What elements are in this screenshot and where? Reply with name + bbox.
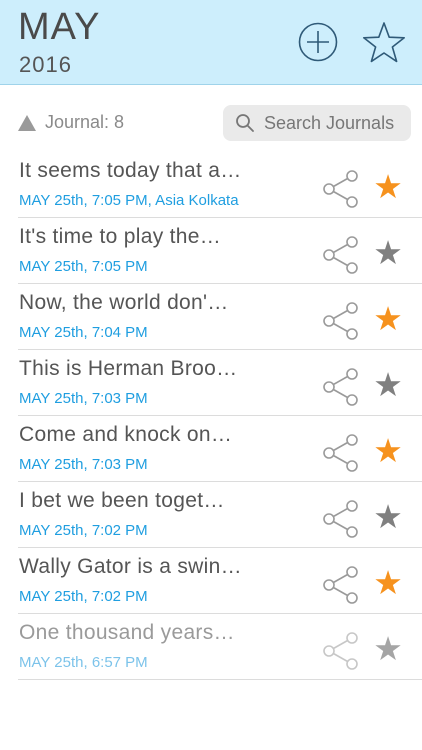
star-filled-icon[interactable]: ★ (371, 302, 405, 336)
search-placeholder: Search Journals (264, 112, 395, 133)
share-icon (323, 236, 358, 274)
journal-count-label: Journal: (45, 112, 110, 132)
journal-title: It seems today that a… (19, 159, 242, 182)
year-subtitle: 2016 (19, 52, 72, 77)
journal-date: MAY 25th, 7:04 PM (19, 324, 148, 341)
star-unfilled-icon[interactable]: ★ (371, 500, 405, 534)
journal-count-value: 8 (114, 112, 125, 132)
journal-date: MAY 25th, 7:05 PM (19, 258, 148, 275)
journal-list: It seems today that a… MAY 25th, 7:05 PM,… (0, 152, 422, 680)
journal-toolbar: Journal: 8 Search Journals (0, 84, 422, 154)
share-button[interactable] (320, 631, 362, 671)
app-header: MAY 2016 (0, 0, 422, 85)
sort-triangle-icon (18, 114, 36, 131)
share-button[interactable] (320, 499, 362, 539)
journal-row[interactable]: Wally Gator is a swin… MAY 25th, 7:02 PM ★ (18, 548, 422, 614)
star-outline-icon (362, 22, 406, 63)
journal-title: One thousand years… (19, 621, 235, 644)
share-icon (323, 302, 358, 340)
share-icon (323, 632, 358, 670)
share-icon (323, 500, 358, 538)
share-icon (323, 434, 358, 472)
journal-row[interactable]: It seems today that a… MAY 25th, 7:05 PM,… (18, 152, 422, 218)
journal-date: MAY 25th, 7:03 PM (19, 456, 148, 473)
journal-date: MAY 25th, 7:03 PM (19, 390, 148, 407)
share-icon (323, 170, 358, 208)
month-title: MAY (18, 6, 101, 48)
star-unfilled-icon[interactable]: ★ (371, 368, 405, 402)
star-filled-icon[interactable]: ★ (371, 566, 405, 600)
search-journals-input[interactable]: Search Journals (223, 105, 411, 141)
journal-row[interactable]: Come and knock on… MAY 25th, 7:03 PM ★ (18, 416, 422, 482)
journal-count[interactable]: Journal: 8 (18, 112, 124, 133)
journal-row[interactable]: This is Herman Broo… MAY 25th, 7:03 PM ★ (18, 350, 422, 416)
share-button[interactable] (320, 565, 362, 605)
journal-date: MAY 25th, 7:02 PM (19, 588, 148, 605)
journal-date: MAY 25th, 6:57 PM (19, 654, 148, 671)
journal-title: I bet we been toget… (19, 489, 225, 512)
favorites-button[interactable] (362, 20, 406, 64)
journal-row[interactable]: I bet we been toget… MAY 25th, 7:02 PM ★ (18, 482, 422, 548)
share-icon (323, 566, 358, 604)
journal-row[interactable]: One thousand years… MAY 25th, 6:57 PM ★ (18, 614, 422, 680)
journal-row[interactable]: It's time to play the… MAY 25th, 7:05 PM ★ (18, 218, 422, 284)
journal-title: Wally Gator is a swin… (19, 555, 242, 578)
journal-date: MAY 25th, 7:02 PM (19, 522, 148, 539)
journal-row[interactable]: Now, the world don'… MAY 25th, 7:04 PM ★ (18, 284, 422, 350)
share-button[interactable] (320, 301, 362, 341)
star-filled-icon[interactable]: ★ (371, 434, 405, 468)
journal-title: It's time to play the… (19, 225, 222, 248)
journal-title: Come and knock on… (19, 423, 233, 446)
share-button[interactable] (320, 169, 362, 209)
journal-date: MAY 25th, 7:05 PM, Asia Kolkata (19, 192, 239, 209)
star-unfilled-icon[interactable]: ★ (371, 632, 405, 666)
journal-title: This is Herman Broo… (19, 357, 238, 380)
share-button[interactable] (320, 235, 362, 275)
share-icon (323, 368, 358, 406)
plus-circle-icon (298, 22, 338, 62)
share-button[interactable] (320, 367, 362, 407)
share-button[interactable] (320, 433, 362, 473)
add-journal-button[interactable] (296, 20, 340, 64)
search-icon (236, 114, 254, 132)
journal-title: Now, the world don'… (19, 291, 229, 314)
star-filled-icon[interactable]: ★ (371, 170, 405, 204)
star-unfilled-icon[interactable]: ★ (371, 236, 405, 270)
